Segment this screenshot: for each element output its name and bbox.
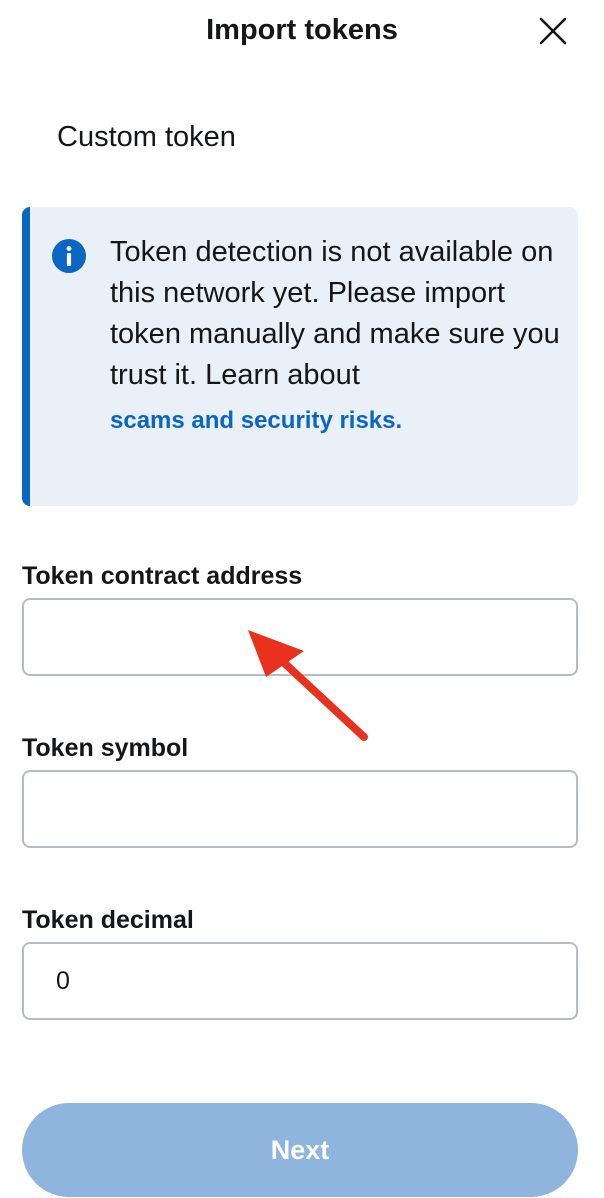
token-contract-address-label: Token contract address xyxy=(22,562,303,590)
close-button[interactable] xyxy=(530,12,576,50)
token-symbol-input[interactable] xyxy=(22,770,578,848)
modal-title: Import tokens xyxy=(206,14,398,46)
banner-message: Token detection is not available on this… xyxy=(110,232,560,441)
token-contract-address-input[interactable] xyxy=(22,598,578,676)
tab-custom-token[interactable]: Custom token xyxy=(57,117,236,157)
banner-text: Token detection is not available on this… xyxy=(110,236,560,391)
token-decimal-input[interactable] xyxy=(22,942,578,1020)
banner-accent-bar xyxy=(22,207,30,506)
next-button[interactable]: Next xyxy=(22,1103,578,1197)
import-tokens-modal: Import tokens Custom token Token detecti… xyxy=(0,0,604,1198)
token-symbol-label: Token symbol xyxy=(22,734,189,762)
token-decimal-label: Token decimal xyxy=(22,906,194,934)
scams-security-link[interactable]: scams and security risks. xyxy=(110,400,402,441)
close-icon xyxy=(539,17,567,45)
info-icon xyxy=(52,239,86,273)
